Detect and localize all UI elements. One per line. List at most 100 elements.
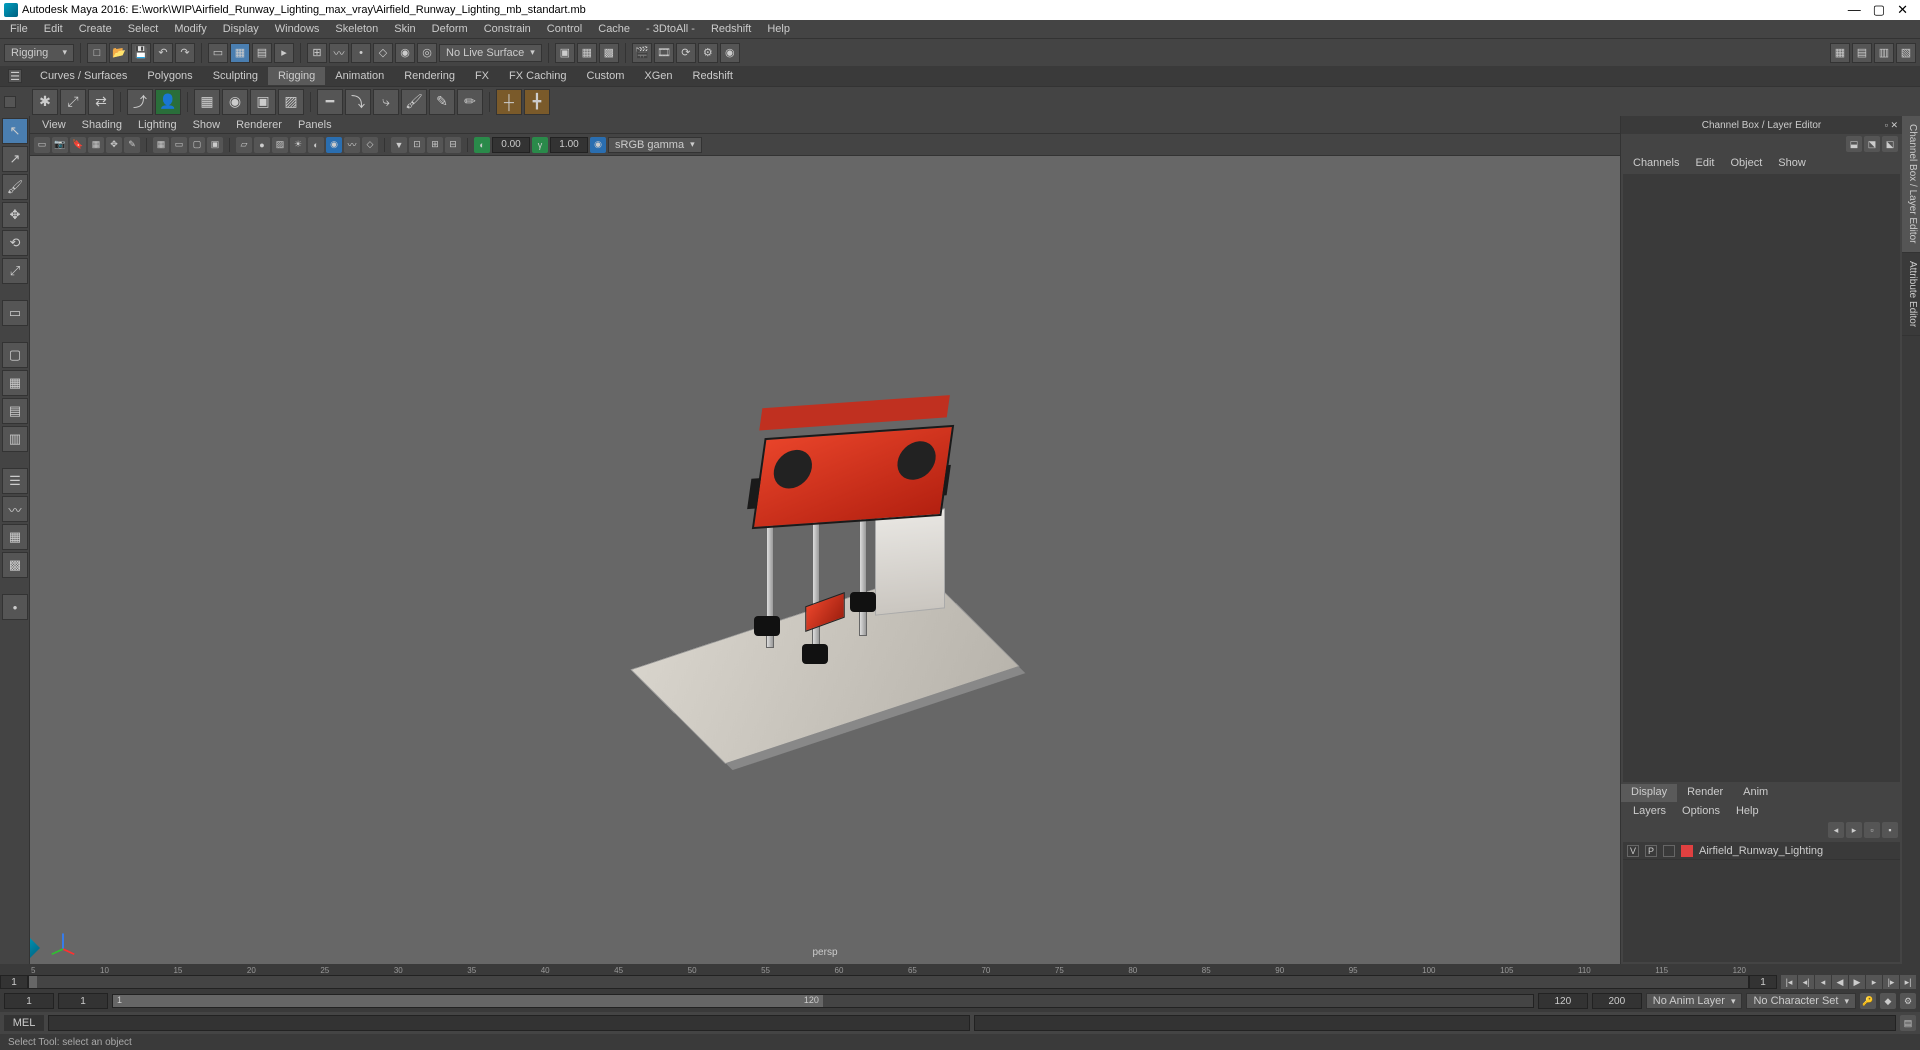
vp-resolution-gate-icon[interactable]: ▢ [189,137,205,153]
layer-tab-anim[interactable]: Anim [1733,784,1778,802]
menu-file[interactable]: File [2,23,36,35]
shelf-tab-sculpting[interactable]: Sculpting [203,67,268,85]
range-end-input[interactable] [1592,993,1642,1009]
vp-gamma-input[interactable] [550,137,588,153]
vp-gamma-icon[interactable]: γ [532,137,548,153]
shelf-tab-xgen[interactable]: XGen [634,67,682,85]
render-frame-button[interactable]: 🎬 [632,43,652,63]
menu-edit[interactable]: Edit [36,23,71,35]
lasso-tool[interactable]: ↗ [2,146,28,172]
snap-grid-button[interactable]: ⊞ [307,43,327,63]
rigid-bind-icon[interactable]: ⤵ [345,89,371,115]
menu-skin[interactable]: Skin [386,23,423,35]
layer-new-selected-icon[interactable]: ▪ [1882,822,1898,838]
layer-tab-render[interactable]: Render [1677,784,1733,802]
open-scene-button[interactable]: 📂 [109,43,129,63]
smooth-bind-icon[interactable]: ━ [317,89,343,115]
select-by-component-button[interactable]: ▦ [230,43,250,63]
select-tool[interactable]: ↖ [2,118,28,144]
shelf-layout-button[interactable] [4,96,16,108]
menu-windows[interactable]: Windows [267,23,328,35]
vp-menu-view[interactable]: View [34,119,74,131]
vp-grease-icon[interactable]: ✎ [124,137,140,153]
redo-button[interactable]: ↷ [175,43,195,63]
menu-create[interactable]: Create [71,23,120,35]
vp-exposure-icon[interactable]: ◐ [474,137,490,153]
scale-tool[interactable]: ⤢ [2,258,28,284]
menu-control[interactable]: Control [539,23,590,35]
play-forward-button[interactable]: ▶ [1849,975,1865,989]
move-tool[interactable]: ✥ [2,202,28,228]
step-forward-key-button[interactable]: |▸ [1883,975,1899,989]
vp-menu-show[interactable]: Show [185,119,229,131]
shelf-tab-polygons[interactable]: Polygons [137,67,202,85]
ipr-button[interactable]: ▩ [599,43,619,63]
channel-hyperbolic-icon[interactable]: ⬕ [1882,136,1898,152]
ik-handle-icon[interactable]: ⤴ [127,89,153,115]
vtab-attribute-editor[interactable]: Attribute Editor [1902,253,1920,336]
cb-menu-object[interactable]: Object [1722,157,1770,169]
vp-wireframe-icon[interactable]: ▱ [236,137,252,153]
snap-plane-button[interactable]: ◇ [373,43,393,63]
step-back-button[interactable]: ◂ [1815,975,1831,989]
menu-constrain[interactable]: Constrain [476,23,539,35]
vp-film-gate-icon[interactable]: ▭ [171,137,187,153]
four-pane-layout[interactable]: ▦ [2,370,28,396]
command-lang-label[interactable]: MEL [4,1015,44,1031]
save-scene-button[interactable]: 💾 [131,43,151,63]
three-pane-layout[interactable]: ▥ [2,426,28,452]
undo-button[interactable]: ↶ [153,43,173,63]
construction-history-button[interactable]: ▣ [555,43,575,63]
two-pane-layout[interactable]: ▤ [2,398,28,424]
cb-menu-channels[interactable]: Channels [1625,157,1687,169]
vp-select-camera-icon[interactable]: ▭ [34,137,50,153]
play-backward-button[interactable]: ◀ [1832,975,1848,989]
step-forward-button[interactable]: ▸ [1866,975,1882,989]
menu-modify[interactable]: Modify [166,23,214,35]
render-view-button[interactable]: ▦ [577,43,597,63]
vp-grid-icon[interactable]: ▦ [153,137,169,153]
vp-lights-icon[interactable]: ☀ [290,137,306,153]
snap-curve-button[interactable]: 〰 [329,43,349,63]
custom-layout[interactable]: • [2,594,28,620]
range-start-input[interactable] [4,993,54,1009]
script-editor-button[interactable]: ▤ [1900,1015,1916,1031]
lattice-icon[interactable]: ▦ [194,89,220,115]
vp-textured-icon[interactable]: ▨ [272,137,288,153]
cb-menu-show[interactable]: Show [1770,157,1814,169]
uv-layout[interactable]: ▩ [2,552,28,578]
shelf-tab-animation[interactable]: Animation [325,67,394,85]
insert-joint-icon[interactable]: ⤢ [60,89,86,115]
vtab-channel-box[interactable]: Channel Box / Layer Editor [1902,116,1920,253]
snap-live-button[interactable]: ◉ [395,43,415,63]
layer-playback-toggle[interactable]: P [1645,845,1657,857]
vp-colorspace-icon[interactable]: ◉ [590,137,606,153]
menu-select[interactable]: Select [120,23,167,35]
anim-layer-dropdown[interactable]: No Anim Layer [1646,993,1743,1009]
layer-move-down-icon[interactable]: ▸ [1846,822,1862,838]
outliner-layout[interactable]: ☰ [2,468,28,494]
joint-tool-icon[interactable]: ✱ [32,89,58,115]
shelf-tab-rendering[interactable]: Rendering [394,67,465,85]
vp-shaded-icon[interactable]: ● [254,137,270,153]
vp-xray-active-icon[interactable]: ⊟ [445,137,461,153]
hypershade-layout[interactable]: ▦ [2,524,28,550]
shelf-tab-fxcaching[interactable]: FX Caching [499,67,576,85]
layer-move-up-icon[interactable]: ◂ [1828,822,1844,838]
rotate-tool[interactable]: ⟲ [2,230,28,256]
mirror-joint-icon[interactable]: ⇄ [88,89,114,115]
channel-speed-icon[interactable]: ⬔ [1864,136,1880,152]
range-in-input[interactable] [58,993,108,1009]
vp-ao-icon[interactable]: ◉ [326,137,342,153]
select-by-name-button[interactable]: ▸ [274,43,294,63]
menu-cache[interactable]: Cache [590,23,638,35]
layer-color-swatch[interactable] [1681,845,1693,857]
window-close-button[interactable]: ✕ [1897,2,1908,18]
command-input[interactable] [48,1015,970,1031]
vp-menu-panels[interactable]: Panels [290,119,340,131]
hypershade-button[interactable]: ◉ [720,43,740,63]
layer-row[interactable]: V P Airfield_Runway_Lighting [1623,842,1900,860]
set-key-button[interactable]: ◆ [1880,993,1896,1009]
step-back-key-button[interactable]: ◂| [1798,975,1814,989]
shelf-tab-custom[interactable]: Custom [577,67,635,85]
